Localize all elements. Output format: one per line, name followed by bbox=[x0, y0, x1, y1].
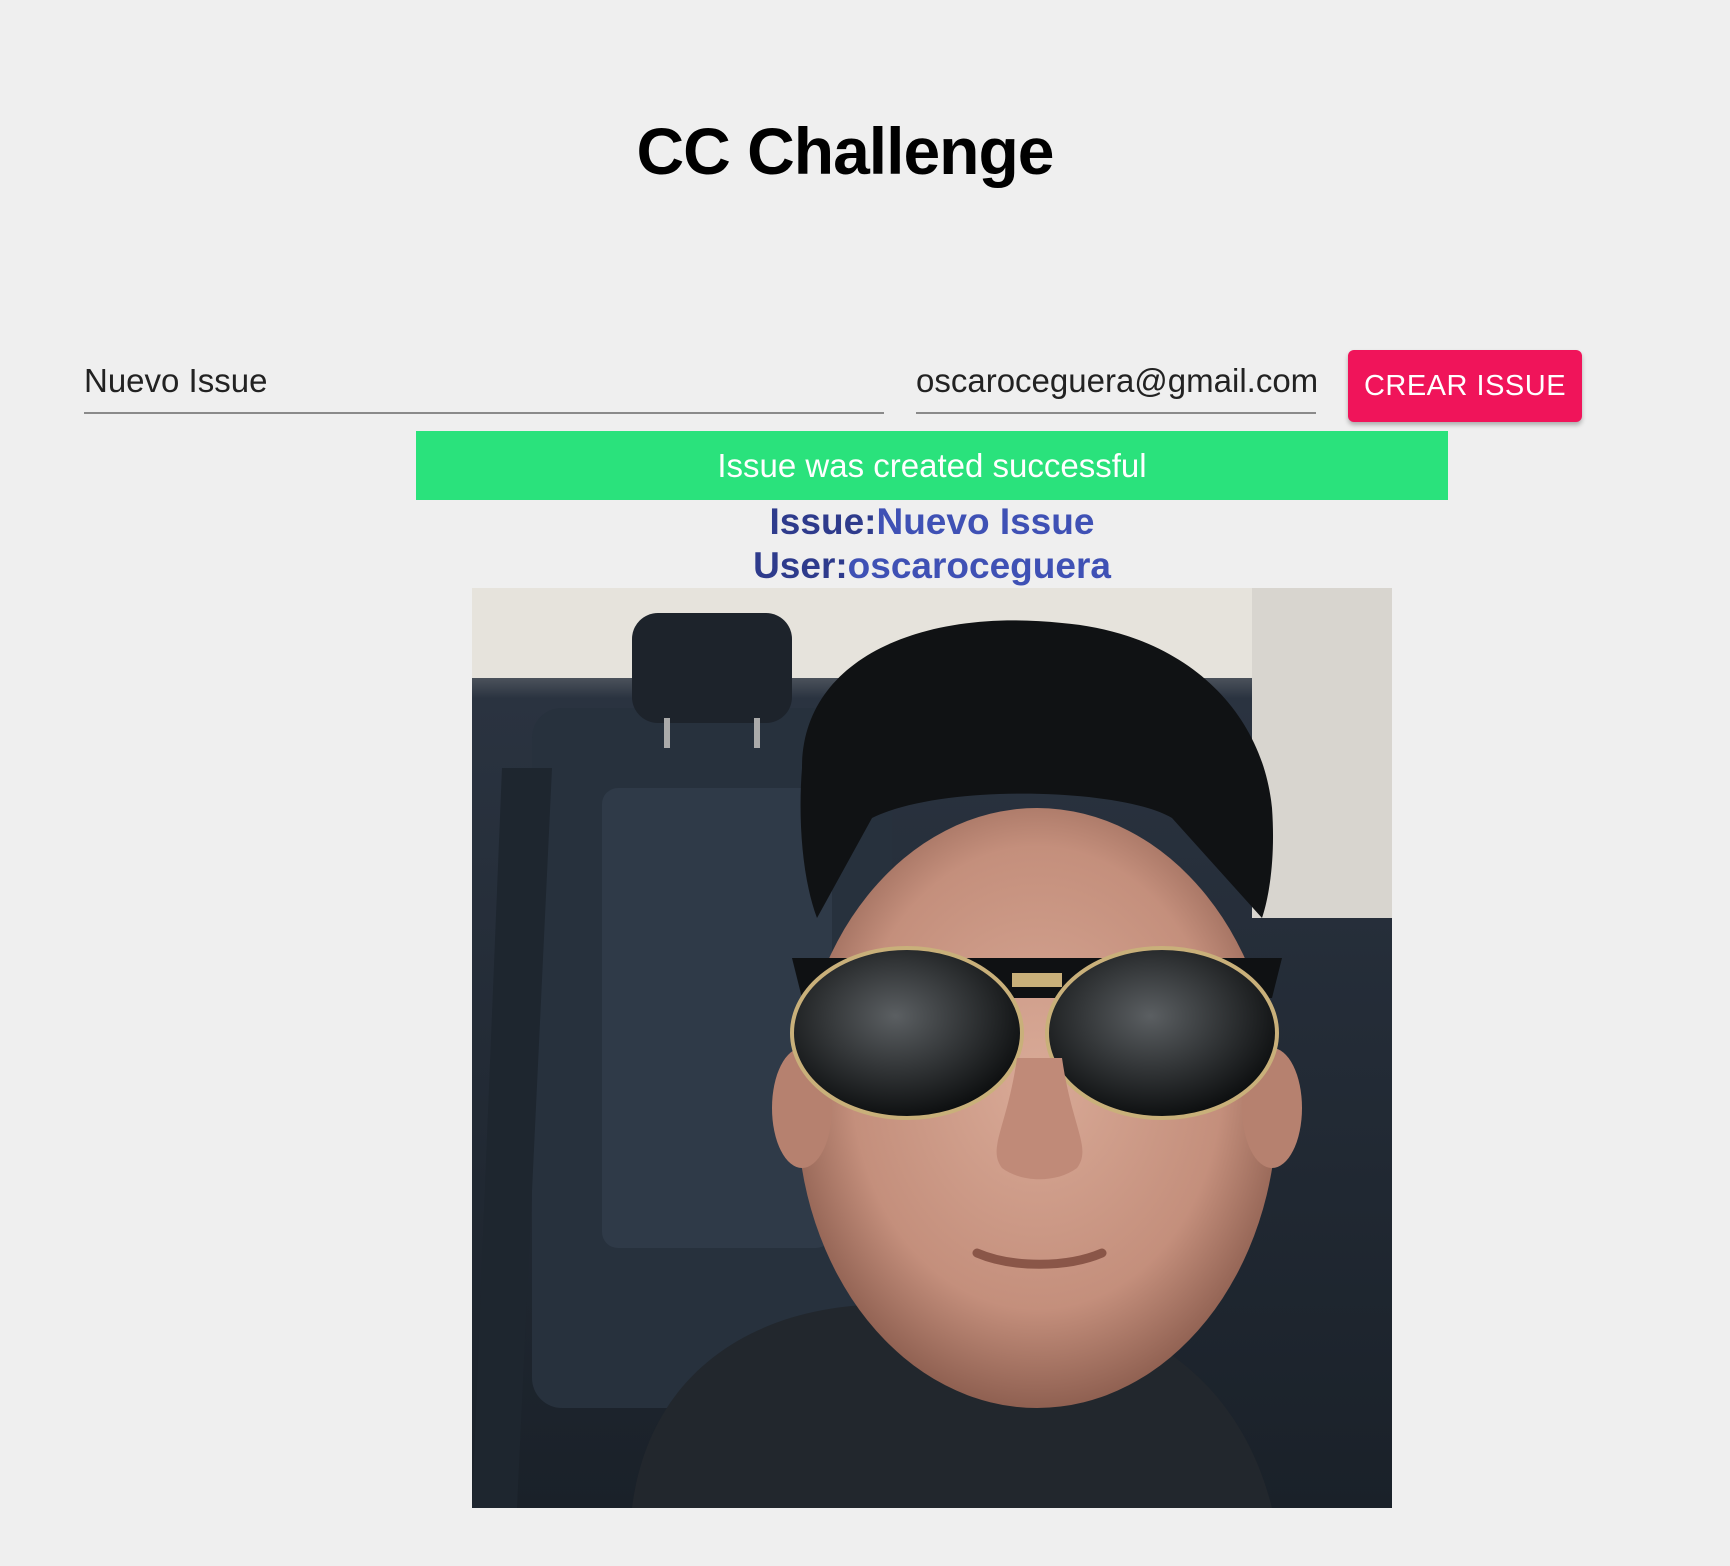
user-avatar bbox=[472, 588, 1392, 1508]
user-label: User: bbox=[753, 545, 848, 586]
page-title: CC Challenge bbox=[636, 114, 1054, 188]
create-issue-button[interactable]: CREAR ISSUE bbox=[1348, 350, 1582, 422]
success-message: Issue was created successful bbox=[416, 431, 1448, 500]
issue-input[interactable] bbox=[84, 340, 884, 412]
user-info: User:oscaroceguera bbox=[0, 544, 1730, 588]
user-value: oscaroceguera bbox=[847, 545, 1111, 586]
email-field[interactable] bbox=[916, 340, 1316, 414]
issue-value: Nuevo Issue bbox=[876, 501, 1095, 542]
issue-field[interactable] bbox=[84, 340, 884, 414]
issue-info: Issue:Nuevo Issue bbox=[0, 500, 1730, 544]
avatar-image bbox=[472, 588, 1392, 1508]
issue-label: Issue: bbox=[769, 501, 877, 542]
email-input[interactable] bbox=[916, 340, 1316, 412]
